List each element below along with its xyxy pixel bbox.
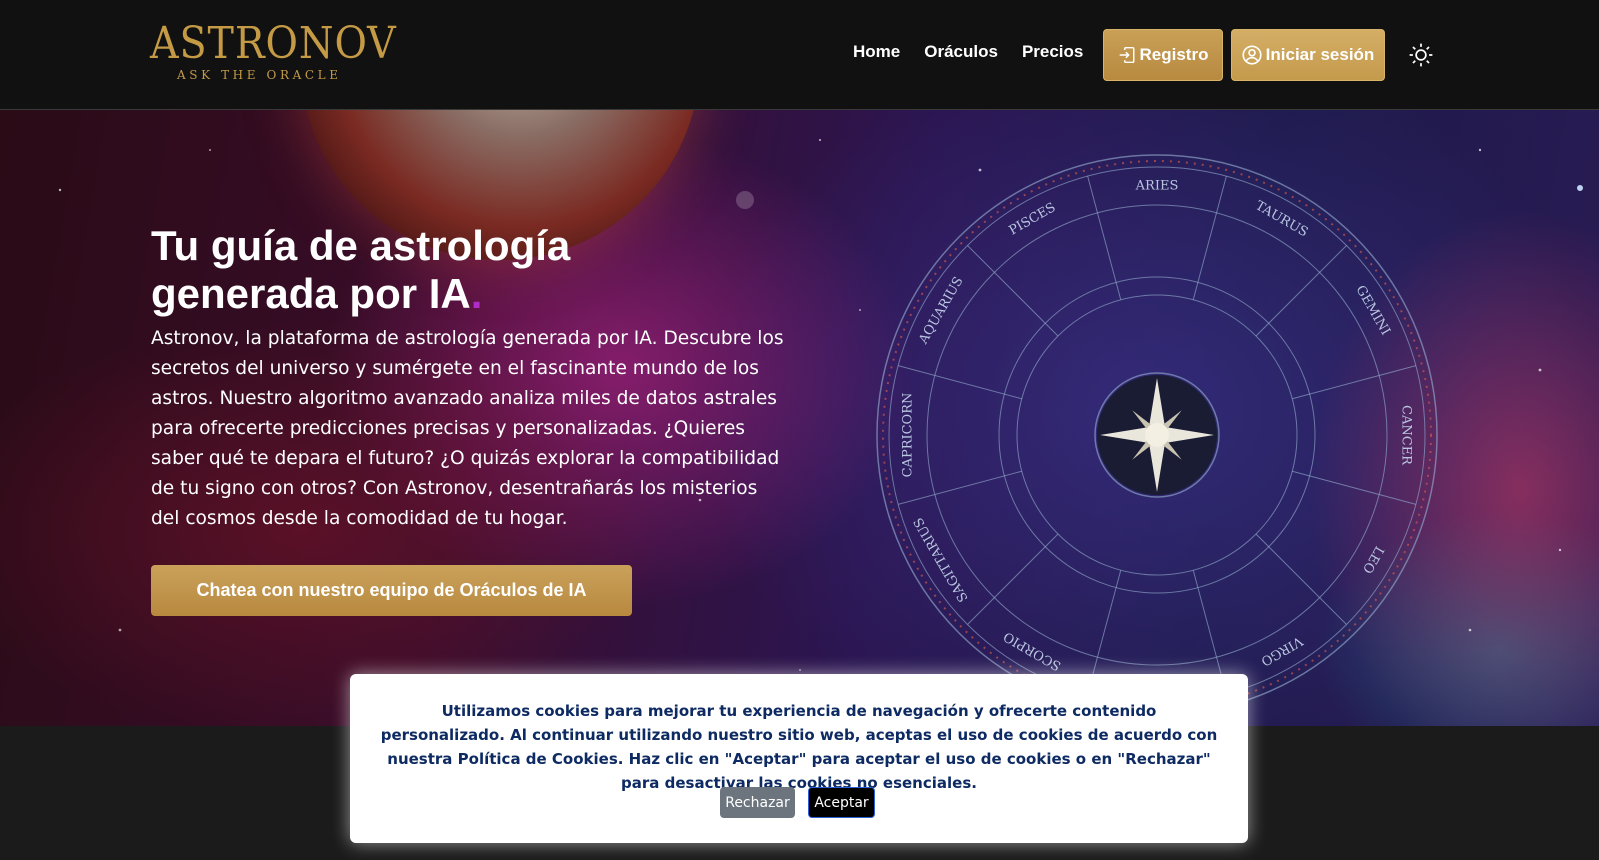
hero-title-line1: Tu guía de astrología: [151, 222, 571, 269]
brand-tagline: ASK THE ORACLE: [177, 68, 342, 82]
sun-icon[interactable]: [1408, 42, 1434, 68]
zodiac-label-pisces: PISCES: [1007, 200, 1059, 239]
nav-link-oraculos[interactable]: Oráculos: [924, 42, 998, 62]
register-label: Registro: [1139, 45, 1209, 64]
register-button[interactable]: Registro: [1103, 29, 1223, 81]
zodiac-label-aries: ARIES: [1135, 179, 1179, 194]
zodiac-label-taurus: TAURUS: [1253, 198, 1311, 240]
hero-title-dot: .: [470, 270, 483, 317]
zodiac-label-capricorn: CAPRICORN: [901, 393, 916, 478]
hero-title-line2: generada por IA.: [151, 270, 771, 318]
login-label: Iniciar sesión: [1265, 45, 1375, 64]
zodiac-label-leo: LEO: [1359, 543, 1386, 575]
cookie-text: Utilizamos cookies para mejorar tu exper…: [380, 702, 1218, 792]
nav-links: Home Oráculos Precios: [853, 42, 1083, 62]
cookie-banner: Utilizamos cookies para mejorar tu exper…: [350, 674, 1248, 843]
zodiac-label-aquarius: AQUARIUS: [916, 274, 967, 347]
hero-description: Astronov, la plataforma de astrología ge…: [151, 328, 784, 529]
hero-section: ARIESTAURUSGEMINICANCERLEOVIRGOLIBRASCOR…: [0, 110, 1599, 726]
navbar: ASTRONOV ASK THE ORACLE Home Oráculos Pr…: [0, 0, 1599, 110]
hero-title: Tu guía de astrología generada por IA.: [151, 222, 771, 318]
accept-cookies-button[interactable]: Aceptar: [808, 787, 875, 818]
login-arrow-icon: [1119, 46, 1134, 64]
hero-title-line2-text: generada por IA: [151, 270, 471, 317]
nav-link-home[interactable]: Home: [853, 42, 900, 62]
reject-cookies-button[interactable]: Rechazar: [720, 787, 795, 818]
chat-oracles-button[interactable]: Chatea con nuestro equipo de Oráculos de…: [151, 565, 632, 616]
zodiac-label-cancer: CANCER: [1399, 405, 1414, 466]
zodiac-label-gemini: GEMINI: [1352, 283, 1392, 338]
brand-logo[interactable]: ASTRONOV ASK THE ORACLE: [150, 18, 397, 90]
zodiac-wheel: ARIESTAURUSGEMINICANCERLEOVIRGOLIBRASCOR…: [876, 154, 1438, 716]
brand-name: ASTRONOV: [150, 18, 397, 69]
user-circle-icon: [1242, 45, 1262, 65]
nav-link-precios[interactable]: Precios: [1022, 42, 1083, 62]
login-button[interactable]: Iniciar sesión: [1231, 29, 1385, 81]
